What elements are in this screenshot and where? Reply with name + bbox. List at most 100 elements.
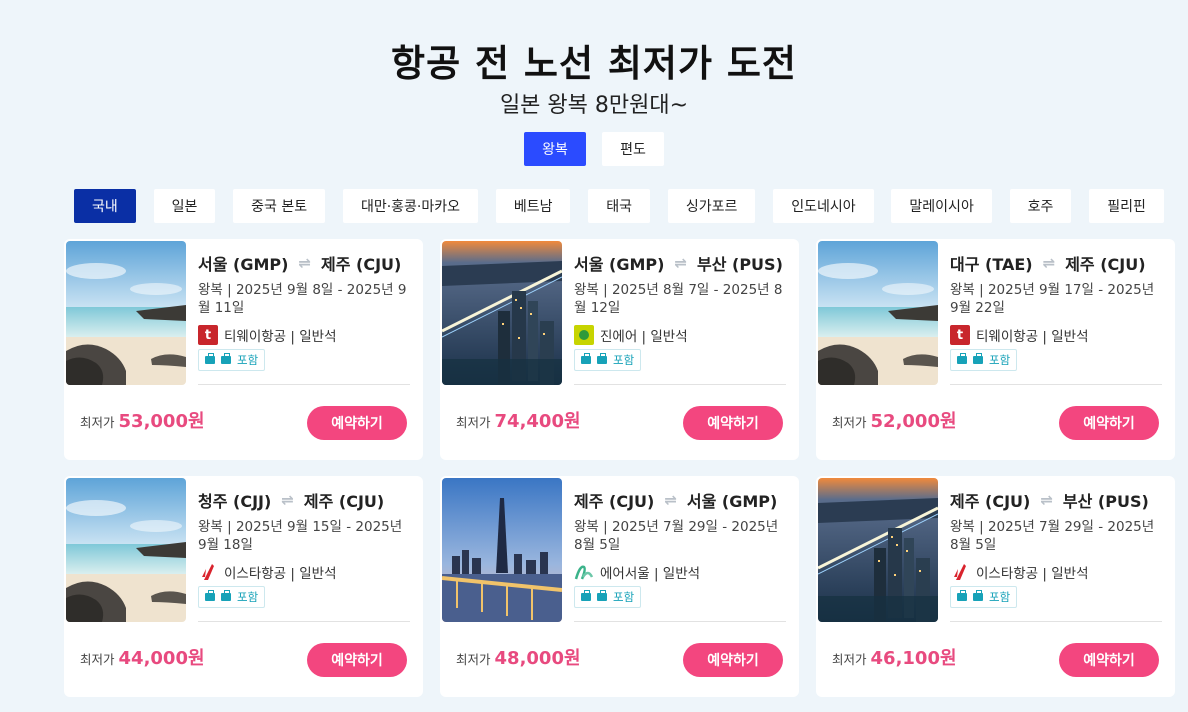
trip-dates: 왕복 | 2025년 7월 29일 - 2025년 8월 5일	[950, 519, 1155, 553]
book-button[interactable]: 예약하기	[683, 406, 783, 440]
page-title: 항공 전 노선 최저가 도전	[391, 42, 797, 85]
tway-logo-icon: t	[950, 325, 970, 345]
airline-name: 티웨이항공 | 일반석	[976, 329, 1089, 345]
deal-card[interactable]: 서울 (GMP) ⇌ 제주 (CJU) 왕복 | 2025년 9월 8일 - 2…	[64, 239, 423, 460]
region-tab-indonesia[interactable]: 인도네시아	[773, 189, 874, 223]
region-tab-japan[interactable]: 일본	[153, 189, 216, 223]
region-tab-malaysia[interactable]: 말레이시아	[891, 189, 992, 223]
checked-bag-icon	[221, 590, 231, 601]
price-row: 최저가 52,000원	[832, 407, 957, 433]
cabin-bag-icon	[581, 590, 591, 601]
baggage-label: 포함	[613, 353, 635, 367]
eastar-logo-icon	[950, 562, 970, 582]
divider	[574, 621, 786, 622]
region-tab-philippines[interactable]: 필리핀	[1089, 189, 1164, 223]
price-row: 최저가 44,000원	[80, 644, 205, 670]
checked-bag-icon	[973, 590, 983, 601]
baggage-badge: 포함	[574, 349, 642, 371]
region-tab-australia[interactable]: 호주	[1009, 189, 1072, 223]
route: 대구 (TAE) ⇌ 제주 (CJU)	[950, 251, 1146, 275]
deal-card[interactable]: 대구 (TAE) ⇌ 제주 (CJU) 왕복 | 2025년 9월 17일 - …	[816, 239, 1175, 460]
origin-airport: 제주 (CJU)	[950, 492, 1031, 511]
origin-airport: 서울 (GMP)	[198, 255, 289, 274]
region-tab-taiwan-hk-macau[interactable]: 대만·홍콩·마카오	[342, 189, 479, 223]
price-row: 최저가 53,000원	[80, 407, 205, 433]
baggage-badge: 포함	[574, 586, 642, 608]
trip-dates: 왕복 | 2025년 9월 17일 - 2025년 9월 22일	[950, 282, 1155, 316]
airline-name: 이스타항공 | 일반석	[976, 566, 1089, 582]
price-row: 최저가 46,100원	[832, 644, 957, 670]
price-row: 최저가 74,400원	[456, 407, 581, 433]
baggage-badge: 포함	[198, 586, 266, 608]
price-value: 53,000원	[118, 411, 205, 432]
airline-info: 에어서울 | 일반석	[574, 562, 700, 582]
tway-logo-icon: t	[198, 325, 218, 345]
airline-name: 진에어 | 일반석	[600, 329, 688, 345]
price-prefix: 최저가	[456, 652, 491, 667]
swap-arrows-icon: ⇌	[1040, 491, 1053, 509]
swap-arrows-icon: ⇌	[664, 491, 677, 509]
deal-card[interactable]: 제주 (CJU) ⇌ 서울 (GMP) 왕복 | 2025년 7월 29일 - …	[440, 476, 799, 697]
book-button[interactable]: 예약하기	[307, 406, 407, 440]
airline-info: 이스타항공 | 일반석	[950, 562, 1089, 582]
deal-card[interactable]: 청주 (CJJ) ⇌ 제주 (CJU) 왕복 | 2025년 9월 15일 - …	[64, 476, 423, 697]
route: 제주 (CJU) ⇌ 부산 (PUS)	[950, 488, 1149, 512]
divider	[950, 384, 1162, 385]
book-button[interactable]: 예약하기	[1059, 643, 1159, 677]
price-prefix: 최저가	[80, 415, 115, 430]
book-button[interactable]: 예약하기	[1059, 406, 1159, 440]
route: 청주 (CJJ) ⇌ 제주 (CJU)	[198, 488, 384, 512]
trip-type-tabs: 왕복 편도	[0, 132, 1188, 166]
price-prefix: 최저가	[80, 652, 115, 667]
price-value: 46,100원	[870, 648, 957, 669]
cabin-bag-icon	[957, 353, 967, 364]
destination-image	[442, 478, 562, 622]
swap-arrows-icon: ⇌	[281, 491, 294, 509]
book-button[interactable]: 예약하기	[307, 643, 407, 677]
price-value: 74,400원	[494, 411, 581, 432]
checked-bag-icon	[597, 590, 607, 601]
checked-bag-icon	[597, 353, 607, 364]
destination-airport: 제주 (CJU)	[1065, 255, 1146, 274]
cabin-bag-icon	[205, 353, 215, 364]
cabin-bag-icon	[581, 353, 591, 364]
baggage-label: 포함	[989, 590, 1011, 604]
origin-airport: 청주 (CJJ)	[198, 492, 272, 511]
price-value: 48,000원	[494, 648, 581, 669]
tab-roundtrip[interactable]: 왕복	[524, 132, 586, 166]
tab-oneway[interactable]: 편도	[602, 132, 664, 166]
airline-info: t 티웨이항공 | 일반석	[950, 325, 1089, 345]
airline-info: t 티웨이항공 | 일반석	[198, 325, 337, 345]
region-tab-thailand[interactable]: 태국	[588, 189, 651, 223]
region-tab-domestic[interactable]: 국내	[74, 189, 136, 223]
destination-image	[442, 241, 562, 385]
cabin-bag-icon	[205, 590, 215, 601]
deal-card[interactable]: 제주 (CJU) ⇌ 부산 (PUS) 왕복 | 2025년 7월 29일 - …	[816, 476, 1175, 697]
book-button[interactable]: 예약하기	[683, 643, 783, 677]
destination-airport: 제주 (CJU)	[321, 255, 402, 274]
price-prefix: 최저가	[832, 415, 867, 430]
checked-bag-icon	[973, 353, 983, 364]
region-tabs: 국내 일본 중국 본토 대만·홍콩·마카오 베트남 태국 싱가포르 인도네시아 …	[74, 189, 1164, 223]
deal-card[interactable]: 서울 (GMP) ⇌ 부산 (PUS) 왕복 | 2025년 8월 7일 - 2…	[440, 239, 799, 460]
swap-arrows-icon: ⇌	[674, 254, 687, 272]
eastar-logo-icon	[198, 562, 218, 582]
region-tab-vietnam[interactable]: 베트남	[495, 189, 571, 223]
region-tab-singapore[interactable]: 싱가포르	[667, 189, 756, 223]
trip-dates: 왕복 | 2025년 9월 15일 - 2025년 9월 18일	[198, 519, 403, 553]
airline-info: 진에어 | 일반석	[574, 325, 688, 345]
baggage-label: 포함	[237, 353, 259, 367]
airline-info: 이스타항공 | 일반석	[198, 562, 337, 582]
jinair-logo-icon	[574, 325, 594, 345]
divider	[950, 621, 1162, 622]
baggage-badge: 포함	[950, 349, 1018, 371]
price-prefix: 최저가	[456, 415, 491, 430]
route: 제주 (CJU) ⇌ 서울 (GMP)	[574, 488, 777, 512]
destination-image	[66, 241, 186, 385]
trip-dates: 왕복 | 2025년 7월 29일 - 2025년 8월 5일	[574, 519, 779, 553]
region-tab-china[interactable]: 중국 본토	[233, 189, 326, 223]
destination-image	[818, 478, 938, 622]
destination-airport: 제주 (CJU)	[303, 492, 385, 511]
destination-airport: 서울 (GMP)	[686, 492, 778, 511]
origin-airport: 제주 (CJU)	[574, 492, 655, 511]
